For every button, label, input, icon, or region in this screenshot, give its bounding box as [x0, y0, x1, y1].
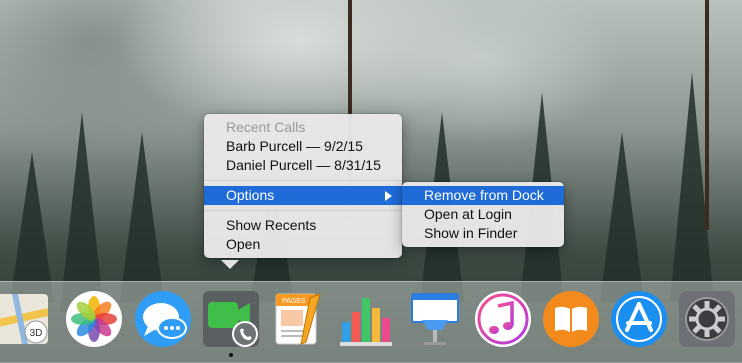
recent-call-item[interactable]: Daniel Purcell — 8/31/15 [204, 156, 402, 175]
dock: 3D PAGES [0, 281, 742, 363]
tree-trunk [705, 0, 709, 230]
tree-shape [10, 152, 54, 302]
facetime-icon[interactable] [202, 290, 260, 348]
remove-from-dock-item[interactable]: Remove from Dock [402, 186, 564, 205]
open-at-login-item[interactable]: Open at Login [402, 205, 564, 224]
options-label: Options [226, 187, 275, 203]
tree-shape [120, 132, 164, 302]
keynote-icon[interactable] [406, 290, 464, 348]
running-indicator [229, 353, 233, 357]
menu-separator [204, 210, 402, 211]
numbers-icon[interactable] [338, 290, 396, 348]
itunes-icon[interactable] [474, 290, 532, 348]
menu-separator [204, 180, 402, 181]
svg-text:3D: 3D [30, 328, 43, 339]
recent-call-item[interactable]: Barb Purcell — 9/2/15 [204, 137, 402, 156]
tree-shape [600, 132, 644, 302]
options-menu-item[interactable]: Options [204, 186, 402, 205]
maps-icon[interactable]: 3D [0, 290, 50, 348]
pages-icon[interactable]: PAGES [270, 290, 328, 348]
open-menu-item[interactable]: Open [204, 235, 402, 254]
photos-icon[interactable] [65, 290, 123, 348]
submenu-arrow-icon [385, 191, 392, 201]
show-recents-menu-item[interactable]: Show Recents [204, 216, 402, 235]
messages-icon[interactable] [134, 290, 192, 348]
svg-text:PAGES: PAGES [282, 298, 306, 305]
menu-pointer [221, 260, 239, 269]
system-preferences-icon[interactable] [678, 290, 736, 348]
recent-calls-header: Recent Calls [226, 119, 306, 135]
dock-context-menu: Recent Calls Barb Purcell — 9/2/15 Danie… [204, 114, 402, 258]
show-in-finder-item[interactable]: Show in Finder [402, 224, 564, 243]
app-store-icon[interactable] [610, 290, 668, 348]
options-submenu: Remove from Dock Open at Login Show in F… [402, 182, 564, 247]
ibooks-icon[interactable] [542, 290, 600, 348]
